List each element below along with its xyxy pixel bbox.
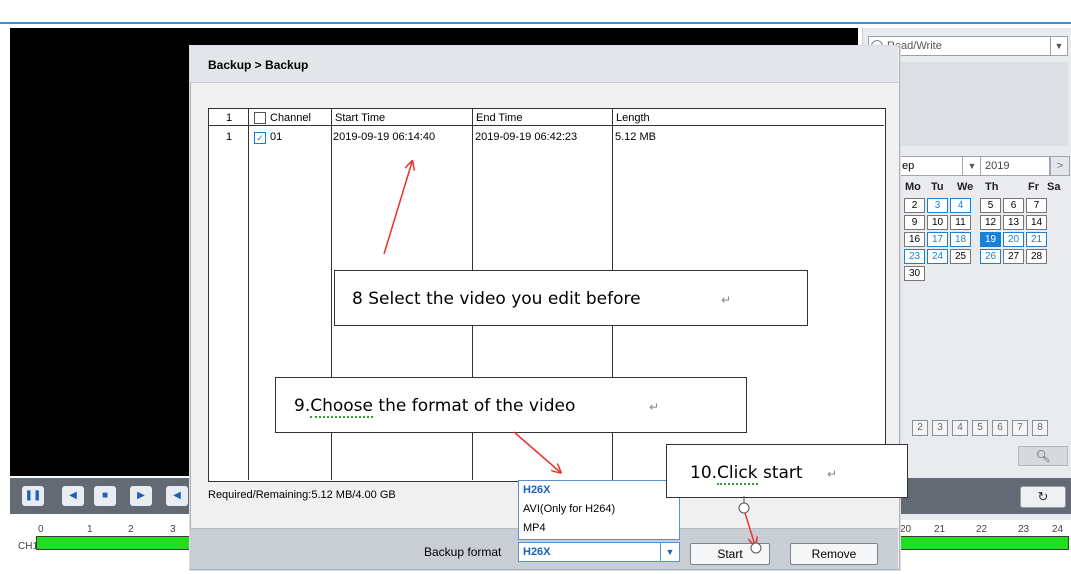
arrow-step-8 [383,162,412,255]
connector-dot [738,502,750,514]
connector-dot [750,542,762,554]
annotation-arrows [383,0,762,554]
arrow-step-9 [513,431,560,472]
arrow-step-10 [744,512,755,545]
